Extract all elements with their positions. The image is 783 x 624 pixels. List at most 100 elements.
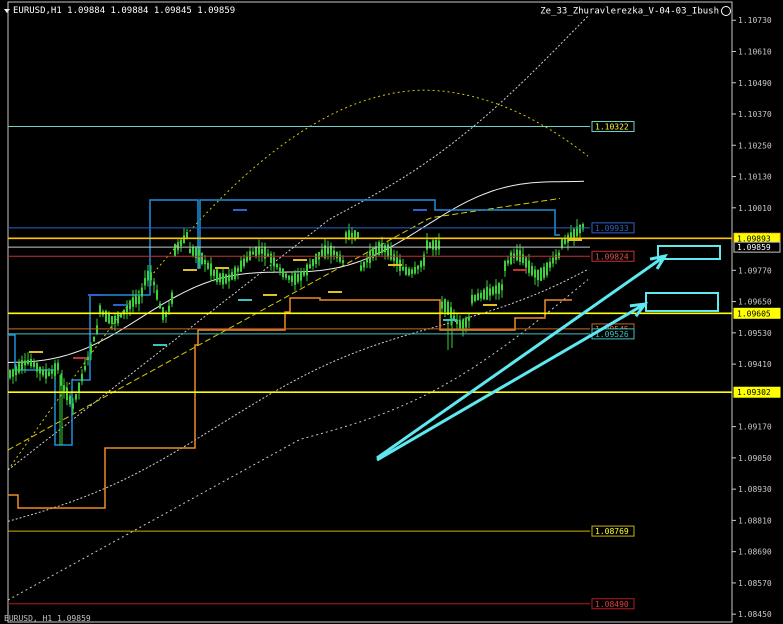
candle-body xyxy=(312,259,314,266)
candle-body xyxy=(510,252,512,265)
candle-body xyxy=(384,245,386,253)
candle-body xyxy=(501,284,503,291)
candle-body xyxy=(516,249,518,261)
candle-body xyxy=(357,232,359,238)
candle-body xyxy=(132,297,134,307)
candle-body xyxy=(477,293,479,301)
candle-body xyxy=(24,360,26,366)
candle-body xyxy=(414,266,416,274)
level-tag-label: 1.09824 xyxy=(595,252,629,261)
candle-body xyxy=(21,360,23,370)
level-axis-label: 1.09302 xyxy=(737,388,771,397)
axis-tick-label: 1.09410 xyxy=(738,360,772,369)
candle-body xyxy=(408,268,410,276)
candle-body xyxy=(36,363,38,372)
axis-tick-label: 1.09770 xyxy=(738,266,772,275)
candle-body xyxy=(234,267,236,280)
candle-body xyxy=(30,359,32,367)
candle-body xyxy=(345,232,347,238)
candle-body xyxy=(138,296,140,305)
candle-body xyxy=(156,289,158,300)
candle-body xyxy=(90,343,92,354)
candle-body xyxy=(471,294,473,304)
candle-body xyxy=(219,273,221,283)
candle-body xyxy=(27,359,29,365)
candle-body xyxy=(243,258,245,267)
candle-body xyxy=(87,356,89,361)
axis-tick-label: 1.10730 xyxy=(738,16,772,25)
candle-body xyxy=(144,278,146,286)
candle-body xyxy=(174,244,176,256)
moving-average-line xyxy=(7,180,585,363)
candle-body xyxy=(258,247,260,255)
candle-body xyxy=(528,260,530,273)
level-tag-label: 1.09933 xyxy=(595,224,629,233)
candle-body xyxy=(279,267,281,272)
candle-body xyxy=(381,243,383,253)
candle-body xyxy=(159,303,161,309)
chart-footer: EURUSD, H1 1.09859 xyxy=(4,614,91,623)
candle-body xyxy=(18,363,20,373)
candle-body xyxy=(309,264,311,269)
candle-body xyxy=(42,369,44,376)
candle-body xyxy=(300,271,302,281)
axis-tick-label: 1.10250 xyxy=(738,141,772,150)
candle-body xyxy=(288,275,290,280)
lower-envelope-line xyxy=(7,279,589,601)
candle-body xyxy=(336,251,338,259)
candle-body xyxy=(492,287,494,295)
candle-body xyxy=(252,251,254,255)
candle-body xyxy=(549,261,551,268)
candle-body xyxy=(180,239,182,246)
candle-body xyxy=(474,295,476,301)
axis-tick-label: 1.10610 xyxy=(738,47,772,56)
candle-body xyxy=(555,254,557,260)
level-tag-label: 1.10322 xyxy=(595,123,629,132)
candle-body xyxy=(582,223,584,230)
candle-body xyxy=(15,366,17,376)
candle-body xyxy=(153,281,155,286)
candle-body xyxy=(402,266,404,271)
candle-body xyxy=(51,370,53,374)
candle-body xyxy=(369,250,371,264)
horizontal-levels: 1.103221.099331.098931.098591.098241.096… xyxy=(8,121,781,610)
blue-step-line xyxy=(8,199,560,446)
candle-body xyxy=(45,369,47,379)
price-chart[interactable]: 1.103221.099331.098931.098591.098241.096… xyxy=(0,0,783,624)
candle-body xyxy=(270,253,272,263)
candle-body xyxy=(246,256,248,262)
orange-step-line xyxy=(8,297,572,509)
candle-body xyxy=(12,369,14,377)
candle-body xyxy=(315,253,317,264)
candle-body xyxy=(579,224,581,234)
indicator-lines xyxy=(7,15,589,601)
candle-body xyxy=(303,271,305,276)
candle-body xyxy=(147,270,149,281)
candle-body xyxy=(69,395,71,405)
candle-body xyxy=(480,292,482,299)
level-axis-label: 1.09605 xyxy=(737,309,771,318)
candle-body xyxy=(297,274,299,282)
candle-body xyxy=(9,370,11,378)
candle-body xyxy=(207,262,209,269)
candle-body xyxy=(327,247,329,255)
candle-body xyxy=(540,268,542,281)
candle-body xyxy=(531,266,533,276)
candle-body xyxy=(306,264,308,276)
candle-body xyxy=(237,268,239,272)
candle-body xyxy=(249,251,251,261)
axis-tick-label: 1.09050 xyxy=(738,454,772,463)
candle-body xyxy=(486,286,488,300)
candle-body xyxy=(81,373,83,382)
candle-body xyxy=(150,272,152,281)
candle-body xyxy=(405,267,407,275)
candle-body xyxy=(261,249,263,254)
candle-body xyxy=(66,387,68,401)
trend-dashed-line xyxy=(7,197,561,451)
candle-body xyxy=(333,250,335,256)
arrow-to-upper-target xyxy=(376,254,666,460)
axis-tick-label: 1.10490 xyxy=(738,79,772,88)
candle-body xyxy=(177,242,179,251)
candle-body xyxy=(54,363,56,376)
candle-body xyxy=(426,240,428,250)
